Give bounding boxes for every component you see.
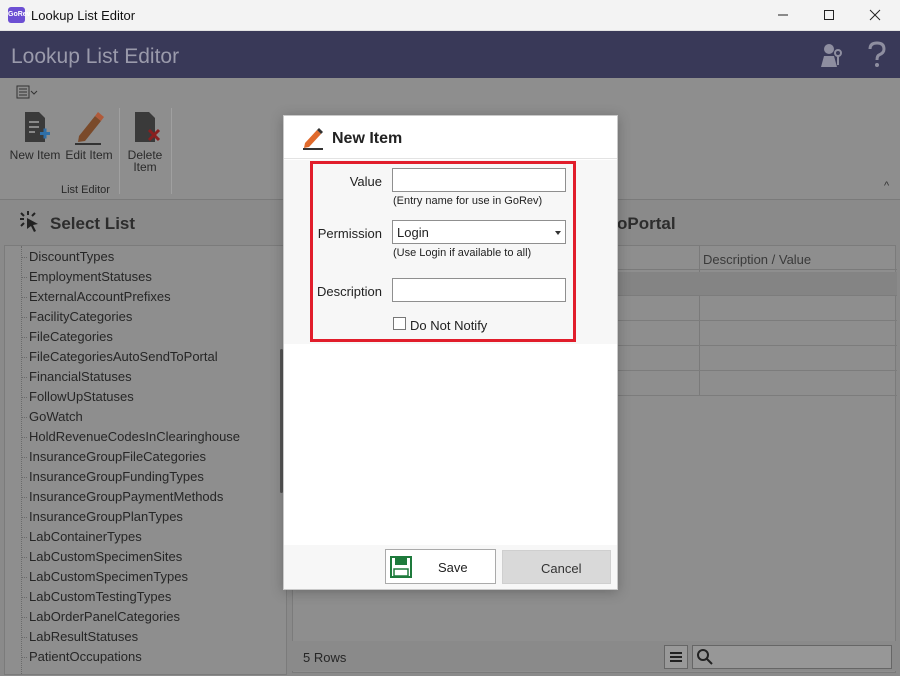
- app-icon: GoRev: [8, 7, 31, 23]
- menu-lines-icon: [670, 652, 682, 662]
- list-view-menu-icon[interactable]: [16, 85, 38, 99]
- list-item[interactable]: EmploymentStatuses: [21, 269, 152, 284]
- grid-search-input[interactable]: [692, 645, 892, 669]
- pencil-icon: [75, 112, 104, 145]
- list-item[interactable]: InsuranceGroupFundingTypes: [21, 469, 204, 484]
- select-list-header: Select List: [0, 201, 292, 245]
- cancel-label: Cancel: [541, 561, 582, 576]
- cursor-click-icon: [20, 211, 38, 232]
- dialog-footer: Save Cancel: [284, 545, 617, 589]
- detail-title: oPortal: [617, 214, 676, 233]
- list-item[interactable]: HoldRevenueCodesInClearinghouse: [20, 429, 240, 444]
- maximize-icon: [824, 10, 834, 20]
- dialog-header: New Item: [284, 116, 617, 159]
- dialog-title: New Item: [332, 130, 403, 147]
- new-item-button[interactable]: New Item: [8, 110, 62, 161]
- list-item[interactable]: FollowUpStatuses: [21, 389, 134, 404]
- rows-count: 5 Rows: [303, 650, 347, 665]
- list-item[interactable]: LabOrderPanelCategories: [20, 609, 180, 624]
- list-item[interactable]: GoWatch: [21, 409, 83, 424]
- column-chooser-button[interactable]: [664, 645, 688, 669]
- floppy-disk-icon: [390, 556, 412, 578]
- close-icon: [869, 9, 881, 21]
- ribbon-separator: [171, 108, 172, 194]
- pencil-icon: [303, 128, 323, 150]
- list-item[interactable]: PatientOccupations: [21, 649, 142, 664]
- user-keys-icon[interactable]: [818, 41, 844, 69]
- app-header-title: Lookup List Editor: [11, 45, 180, 68]
- ribbon-separator: [119, 108, 120, 194]
- minimize-icon: [778, 14, 788, 16]
- delete-item-button[interactable]: Delete Item: [122, 110, 168, 173]
- minimize-button[interactable]: [760, 0, 806, 31]
- list-item[interactable]: ExternalAccountPrefixes: [21, 289, 171, 304]
- document-delete-icon: [135, 112, 161, 142]
- list-item[interactable]: InsuranceGroupPaymentMethods: [20, 489, 223, 504]
- list-item[interactable]: FacilityCategories: [20, 309, 132, 324]
- select-list-title: Select List: [50, 214, 136, 233]
- list-item[interactable]: FileCategories: [21, 329, 113, 344]
- edit-item-label: Edit Item: [65, 148, 113, 162]
- save-button[interactable]: Save: [385, 549, 496, 584]
- search-icon: [697, 649, 713, 665]
- list-item[interactable]: LabCustomSpecimenSites: [20, 549, 182, 564]
- help-icon[interactable]: [866, 41, 888, 69]
- close-button[interactable]: [852, 0, 898, 31]
- list-item[interactable]: InsuranceGroupFileCategories: [20, 449, 206, 464]
- window-title: Lookup List Editor: [31, 8, 136, 23]
- edit-item-button[interactable]: Edit Item: [64, 110, 114, 161]
- list-item[interactable]: LabResultStatuses: [20, 629, 138, 644]
- list-item[interactable]: LabContainerTypes: [21, 529, 142, 544]
- ribbon-group-label: List Editor: [61, 184, 110, 196]
- cancel-button[interactable]: Cancel: [502, 550, 611, 584]
- list-item[interactable]: LabCustomTestingTypes: [20, 589, 171, 604]
- maximize-button[interactable]: [806, 0, 852, 31]
- ribbon-collapse-icon[interactable]: ^: [884, 180, 889, 192]
- new-item-label: New Item: [9, 148, 61, 162]
- status-bar: 5 Rows: [292, 641, 896, 671]
- app-header: Lookup List Editor: [0, 31, 900, 78]
- delete-item-label: Delete Item: [127, 148, 163, 174]
- document-plus-icon: [25, 112, 50, 142]
- tree-line: [21, 246, 22, 674]
- list-item[interactable]: FinancialStatuses: [21, 369, 132, 384]
- save-label: Save: [438, 560, 468, 575]
- form-highlight-box: [310, 161, 576, 342]
- list-item[interactable]: LabCustomSpecimenTypes: [21, 569, 188, 584]
- window-titlebar: GoRev Lookup List Editor: [0, 0, 900, 31]
- select-list-panel[interactable]: DiscountTypes EmploymentStatuses Externa…: [4, 245, 287, 675]
- list-item[interactable]: FileCategoriesAutoSendToPortal: [21, 349, 218, 364]
- new-item-dialog: New Item Value (Entry name for use in Go…: [283, 115, 618, 590]
- list-item[interactable]: DiscountTypes: [20, 249, 114, 264]
- list-item[interactable]: InsuranceGroupPlanTypes: [21, 509, 183, 524]
